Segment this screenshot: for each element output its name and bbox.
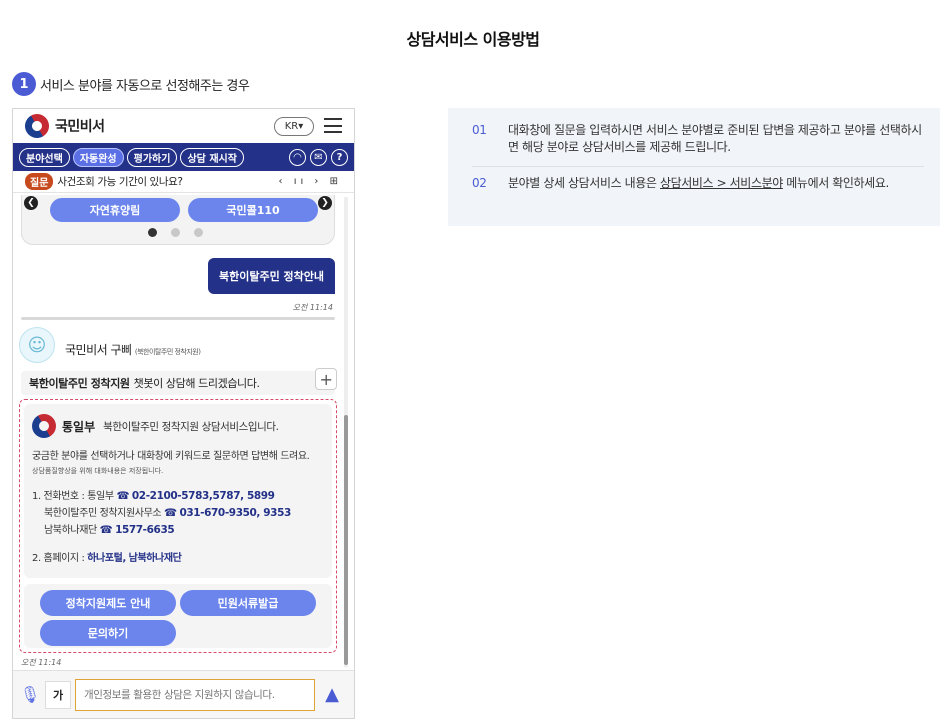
service-field-link[interactable]: 상담서비스 > 서비스분야 bbox=[660, 176, 783, 190]
tab-autocomplete[interactable]: 자동완성 bbox=[72, 147, 124, 167]
document-issue-button[interactable]: 민원서류발급 bbox=[180, 590, 316, 616]
bot-name-sub: (북한이탈주민 정착지원) bbox=[134, 348, 201, 356]
settlement-guide-button[interactable]: 정착지원제도 안내 bbox=[40, 590, 176, 616]
info-number: 02 bbox=[472, 176, 487, 190]
app-logo-text: 국민비서 bbox=[55, 119, 105, 135]
phone-number[interactable]: 031-670-9350, 9353 bbox=[179, 507, 291, 519]
chat-input[interactable] bbox=[75, 678, 315, 711]
card-description: 궁금한 분야를 선택하거나 대화창에 키워드로 질문하면 답변해 드려요. bbox=[32, 451, 310, 462]
scroll-thumb[interactable] bbox=[344, 415, 348, 665]
chat-scrollbar[interactable] bbox=[344, 197, 348, 667]
question-ticker[interactable]: 질문 사건조회 가능 기간이 있나요? ‹ ıı › ⊞ bbox=[13, 171, 354, 193]
phone-icon: ☎ bbox=[99, 524, 113, 536]
ministry-info-card: 통일부 북한이탈주민 정착지원 상담서비스입니다. 궁금한 분야를 선택하거나 … bbox=[24, 404, 332, 578]
carousel-prev-icon[interactable]: ❮ bbox=[24, 196, 38, 210]
phone-line: 남북하나재단 ☎ 1577-6635 bbox=[32, 522, 324, 539]
homepage-link[interactable]: 하나포털 bbox=[87, 553, 123, 564]
ministry-logo-icon bbox=[27, 409, 61, 443]
phone-label: 북한이탈주민 정착지원사무소 bbox=[44, 508, 162, 519]
carousel-button[interactable]: 자연휴양림 bbox=[50, 198, 180, 222]
user-message: 북한이탈주민 정착안내 bbox=[207, 258, 335, 294]
carousel-button[interactable]: 국민콜110 bbox=[188, 198, 318, 222]
tab-evaluate[interactable]: 평가하기 bbox=[126, 147, 178, 167]
step-number-badge: 1 bbox=[12, 72, 36, 96]
phone-header: 국민비서 KR ▾ bbox=[13, 109, 354, 143]
info-item: 02 분야별 상세 상담서비스 내용은 상담서비스 > 서비스분야 메뉴에서 확… bbox=[472, 166, 924, 202]
carousel-dot[interactable] bbox=[194, 228, 203, 237]
ticker-controls[interactable]: ‹ ıı › ⊞ bbox=[279, 176, 342, 187]
bot-avatar: ☺ bbox=[19, 327, 55, 363]
ministry-name: 통일부 bbox=[62, 419, 96, 434]
mail-icon[interactable]: ✉ bbox=[310, 148, 327, 166]
carousel-next-icon[interactable]: ❯ bbox=[318, 196, 332, 210]
language-label: KR bbox=[284, 121, 299, 132]
bot-intro-text: 챗봇이 상담해 드리겠습니다. bbox=[133, 377, 260, 390]
inquiry-button[interactable]: 문의하기 bbox=[40, 620, 176, 646]
info-text: 분야별 상세 상담서비스 내용은 상담서비스 > 서비스분야 메뉴에서 확인하세… bbox=[508, 175, 889, 192]
phone-number[interactable]: 02-2100-5783,5787, 5899 bbox=[132, 490, 275, 502]
card-notice: 상담품질향상을 위해 대화내용은 저장됩니다. bbox=[32, 467, 164, 475]
homepage-separator: , bbox=[122, 553, 126, 564]
phone-line: 북한이탈주민 정착지원사무소 ☎ 031-670-9350, 9353 bbox=[32, 505, 324, 522]
phone-mockup: 국민비서 KR ▾ 분야선택 자동완성 평가하기 상담 재시작 ◠ ✉ ? 질문 … bbox=[12, 108, 355, 719]
phone-icon: ☎ bbox=[116, 490, 130, 502]
carousel-dot[interactable] bbox=[171, 228, 180, 237]
info-panel: 01 대화창에 질문을 입력하시면 서비스 분야별로 준비된 답변을 제공하고 … bbox=[448, 108, 940, 226]
taegeuk-logo-icon bbox=[20, 109, 54, 143]
homepage-line: 2. 홈페이지 : 하나포털, 남북하나재단 bbox=[32, 551, 324, 567]
expand-plus-icon[interactable]: + bbox=[315, 368, 337, 390]
info-text-after: 메뉴에서 확인하세요. bbox=[782, 176, 889, 190]
divider bbox=[21, 317, 335, 320]
phone-label: 남북하나재단 bbox=[44, 525, 97, 536]
phone-number[interactable]: 1577-6635 bbox=[115, 524, 175, 536]
language-select[interactable]: KR ▾ bbox=[274, 117, 314, 136]
bot-name: 국민비서 구삐 (북한이탈주민 정착지원) bbox=[65, 341, 201, 358]
quick-carousel: ❮ 자연휴양림 국민콜110 ❯ bbox=[21, 195, 335, 245]
info-text: 대화창에 질문을 입력하시면 서비스 분야별로 준비된 답변을 제공하고 분야를… bbox=[508, 123, 922, 154]
carousel-dot[interactable] bbox=[148, 228, 157, 237]
info-text-before: 분야별 상세 상담서비스 내용은 bbox=[508, 176, 660, 190]
action-buttons: 정착지원제도 안내 민원서류발급 문의하기 bbox=[24, 584, 332, 648]
bot-message-time: 오전 11:14 bbox=[21, 658, 62, 667]
bot-intro-bold: 북한이탈주민 정착지원 bbox=[29, 377, 130, 390]
question-badge: 질문 bbox=[25, 173, 54, 190]
headset-icon[interactable]: ◠ bbox=[289, 148, 306, 166]
chat-input-bar: 🎙 가 ▲ bbox=[13, 670, 354, 718]
help-icon[interactable]: ? bbox=[331, 148, 348, 166]
carousel-dots bbox=[148, 228, 203, 237]
chat-area: ❮ 자연휴양림 국민콜110 ❯ 북한이탈주민 정착안내 오전 11:14 ☺ … bbox=[13, 195, 343, 667]
homepage-label: 2. 홈페이지 : bbox=[32, 553, 85, 564]
bot-intro: 북한이탈주민 정착지원 챗봇이 상담해 드리겠습니다. + bbox=[21, 368, 337, 395]
message-time: 오전 11:14 bbox=[292, 303, 333, 312]
chat-toolbar: 분야선택 자동완성 평가하기 상담 재시작 ◠ ✉ ? bbox=[13, 143, 354, 171]
microphone-icon[interactable]: 🎙 bbox=[20, 684, 40, 706]
step-title: 서비스 분야를 자동으로 선정해주는 경우 bbox=[40, 78, 250, 94]
ministry-subtitle: 북한이탈주민 정착지원 상담서비스입니다. bbox=[103, 420, 279, 433]
chevron-down-icon: ▾ bbox=[298, 121, 304, 132]
page-title: 상담서비스 이용방법 bbox=[406, 30, 540, 49]
phone-label: 1. 전화번호 : 통일부 bbox=[32, 491, 114, 502]
phone-line: 1. 전화번호 : 통일부 ☎ 02-2100-5783,5787, 5899 bbox=[32, 488, 324, 505]
info-number: 01 bbox=[472, 123, 487, 137]
step-header: 1 서비스 분야를 자동으로 선정해주는 경우 bbox=[12, 72, 250, 96]
highlight-box: 통일부 북한이탈주민 정착지원 상담서비스입니다. 궁금한 분야를 선택하거나 … bbox=[19, 399, 337, 653]
hamburger-menu-icon[interactable] bbox=[324, 118, 342, 133]
homepage-link[interactable]: 남북하나재단 bbox=[129, 553, 182, 564]
tab-category-select[interactable]: 분야선택 bbox=[19, 147, 70, 167]
info-item: 01 대화창에 질문을 입력하시면 서비스 분야별로 준비된 답변을 제공하고 … bbox=[472, 122, 924, 166]
tab-restart[interactable]: 상담 재시작 bbox=[180, 147, 244, 167]
font-size-button[interactable]: 가 bbox=[45, 680, 71, 709]
ticker-question[interactable]: 사건조회 가능 기간이 있나요? bbox=[57, 174, 183, 189]
toolbar-icons: ◠ ✉ ? bbox=[289, 148, 348, 166]
bot-name-text: 국민비서 구삐 bbox=[65, 343, 132, 357]
phone-icon: ☎ bbox=[163, 507, 177, 519]
send-icon[interactable]: ▲ bbox=[321, 684, 343, 706]
